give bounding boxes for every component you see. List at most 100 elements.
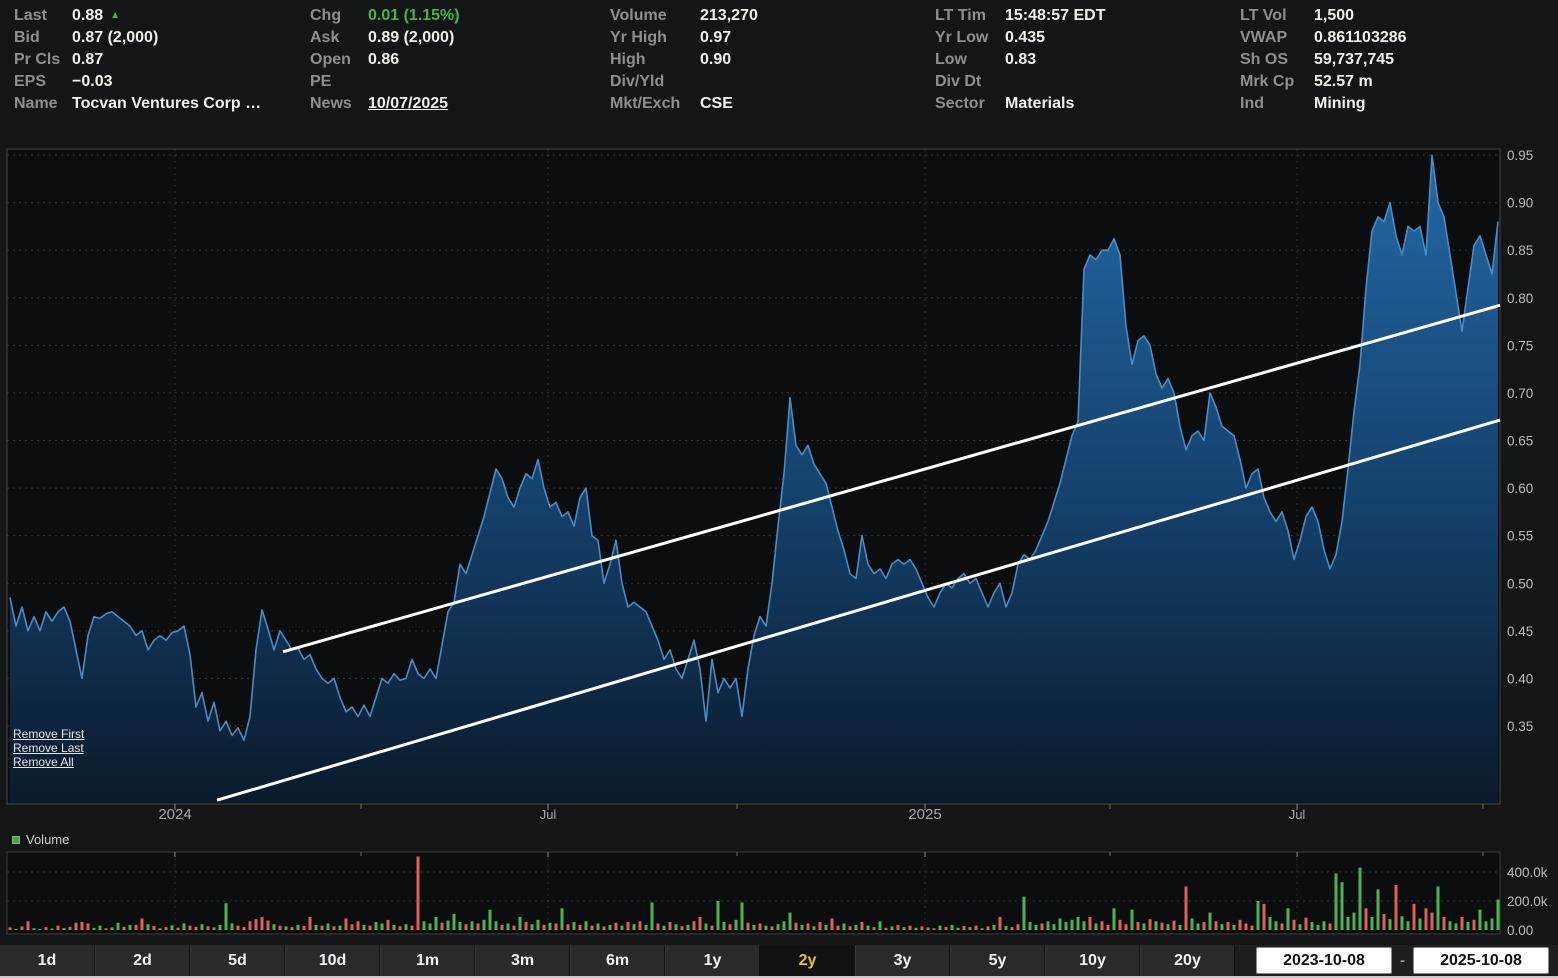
quote-row-mktexch: Mkt/Exch CSE xyxy=(610,93,758,115)
svg-text:0.35: 0.35 xyxy=(1507,719,1533,734)
quote-row-lttim: LT Tim 15:48:57 EDT xyxy=(935,5,1106,27)
svg-text:2024: 2024 xyxy=(158,806,191,823)
quote-row-prcls: Pr Cls 0.87 xyxy=(14,49,261,71)
yrhigh-value: 0.97 xyxy=(700,29,731,47)
lttim-label: LT Tim xyxy=(935,7,1005,25)
range-button-20y[interactable]: 20y xyxy=(1140,945,1235,976)
pe-label: PE xyxy=(310,73,368,91)
quote-row-divyld: Div/Yld xyxy=(610,71,758,93)
yrlow-value: 0.435 xyxy=(1005,29,1045,47)
quote-row-sector: Sector Materials xyxy=(935,93,1106,115)
quote-row-shos: Sh OS 59,737,745 xyxy=(1240,49,1407,71)
news-label: News xyxy=(310,95,368,113)
range-button-3y[interactable]: 3y xyxy=(855,945,950,976)
mktexch-value: CSE xyxy=(700,95,733,113)
volume-legend-swatch-icon xyxy=(12,836,20,844)
ind-label: Ind xyxy=(1240,95,1314,113)
vwap-label: VWAP xyxy=(1240,29,1314,47)
quote-row-news: News 10/07/2025 xyxy=(310,93,460,115)
svg-text:0.80: 0.80 xyxy=(1507,291,1533,306)
range-button-10y[interactable]: 10y xyxy=(1045,945,1140,976)
svg-text:0.70: 0.70 xyxy=(1507,386,1533,401)
volume-legend: Volume xyxy=(12,832,69,847)
date-separator: - xyxy=(1400,952,1405,969)
yrhigh-label: Yr High xyxy=(610,29,700,47)
quote-row-name: Name Tocvan Ventures Corp … xyxy=(14,93,261,115)
mrkcp-label: Mrk Cp xyxy=(1240,73,1314,91)
remove-all-link[interactable]: Remove All xyxy=(13,755,84,769)
svg-text:0.55: 0.55 xyxy=(1507,529,1533,544)
quote-row-yrlow: Yr Low 0.435 xyxy=(935,27,1106,49)
open-label: Open xyxy=(310,51,368,69)
svg-text:Jul: Jul xyxy=(540,807,557,822)
eps-value: −0.03 xyxy=(72,73,112,91)
date-to-input[interactable] xyxy=(1413,947,1549,974)
quote-row-yrhigh: Yr High 0.97 xyxy=(610,27,758,49)
date-from-input[interactable] xyxy=(1256,947,1392,974)
vwap-value: 0.861103286 xyxy=(1314,29,1407,47)
range-button-1y[interactable]: 1y xyxy=(665,945,760,976)
quote-row-last: Last 0.88 ▲ xyxy=(14,5,261,27)
eps-label: EPS xyxy=(14,73,72,91)
news-date-link[interactable]: 10/07/2025 xyxy=(368,95,448,113)
quote-row-volume: Volume 213,270 xyxy=(610,5,758,27)
high-value: 0.90 xyxy=(700,51,731,69)
quote-row-mrkcp: Mrk Cp 52.57 m xyxy=(1240,71,1407,93)
range-button-3m[interactable]: 3m xyxy=(475,945,570,976)
remove-first-link[interactable]: Remove First xyxy=(13,727,84,741)
quote-row-chg: Chg 0.01 (1.15%) xyxy=(310,5,460,27)
sector-value: Materials xyxy=(1005,95,1074,113)
chg-label: Chg xyxy=(310,7,368,25)
quote-column-3: Volume 213,270 Yr High 0.97 High 0.90 Di… xyxy=(610,5,758,115)
sector-label: Sector xyxy=(935,95,1005,113)
svg-text:0.00: 0.00 xyxy=(1507,923,1533,938)
bid-label: Bid xyxy=(14,29,72,47)
volume-label: Volume xyxy=(610,7,700,25)
ask-label: Ask xyxy=(310,29,368,47)
range-button-6m[interactable]: 6m xyxy=(570,945,665,976)
open-value: 0.86 xyxy=(368,51,399,69)
svg-text:0.50: 0.50 xyxy=(1507,576,1533,591)
ind-value: Mining xyxy=(1314,95,1366,113)
chart-canvas[interactable]: 0.950.900.850.800.750.700.650.600.550.50… xyxy=(0,0,1558,944)
volume-legend-label: Volume xyxy=(26,832,69,847)
range-toolbar: 1d 2d 5d 10d 1m 3m 6m 1y 2y 3y 5y 10y 20… xyxy=(0,945,1558,976)
ltvol-label: LT Vol xyxy=(1240,7,1314,25)
date-range-group: - xyxy=(1256,945,1558,976)
range-button-10d[interactable]: 10d xyxy=(285,945,380,976)
svg-text:0.60: 0.60 xyxy=(1507,481,1533,496)
svg-text:0.65: 0.65 xyxy=(1507,434,1533,449)
shos-label: Sh OS xyxy=(1240,51,1314,69)
up-arrow-icon: ▲ xyxy=(110,11,120,21)
quote-row-high: High 0.90 xyxy=(610,49,758,71)
trading-app-window: 0.950.900.850.800.750.700.650.600.550.50… xyxy=(0,0,1558,978)
quote-row-low: Low 0.83 xyxy=(935,49,1106,71)
last-value: 0.88 xyxy=(72,7,103,25)
quote-row-eps: EPS −0.03 xyxy=(14,71,261,93)
svg-text:200.0k: 200.0k xyxy=(1507,894,1548,909)
quote-row-open: Open 0.86 xyxy=(310,49,460,71)
quote-row-divdt: Div Dt xyxy=(935,71,1106,93)
svg-text:0.45: 0.45 xyxy=(1507,624,1533,639)
range-button-2d[interactable]: 2d xyxy=(95,945,190,976)
range-button-1m[interactable]: 1m xyxy=(380,945,475,976)
range-button-1d[interactable]: 1d xyxy=(0,945,95,976)
range-button-5d[interactable]: 5d xyxy=(190,945,285,976)
mktexch-label: Mkt/Exch xyxy=(610,95,700,113)
svg-text:0.90: 0.90 xyxy=(1507,196,1533,211)
quote-column-1: Last 0.88 ▲ Bid 0.87 (2,000) Pr Cls 0.87… xyxy=(14,5,261,115)
svg-text:0.95: 0.95 xyxy=(1507,148,1533,163)
quote-row-bid: Bid 0.87 (2,000) xyxy=(14,27,261,49)
svg-text:400.0k: 400.0k xyxy=(1507,865,1548,880)
range-button-2y[interactable]: 2y xyxy=(760,945,855,976)
quote-row-ask: Ask 0.89 (2,000) xyxy=(310,27,460,49)
name-label: Name xyxy=(14,95,72,113)
remove-last-link[interactable]: Remove Last xyxy=(13,741,84,755)
range-button-5y[interactable]: 5y xyxy=(950,945,1045,976)
svg-text:0.85: 0.85 xyxy=(1507,243,1533,258)
bid-value: 0.87 (2,000) xyxy=(72,29,158,47)
name-value: Tocvan Ventures Corp … xyxy=(72,95,261,113)
quote-row-vwap: VWAP 0.861103286 xyxy=(1240,27,1407,49)
svg-text:0.40: 0.40 xyxy=(1507,671,1533,686)
yrlow-label: Yr Low xyxy=(935,29,1005,47)
